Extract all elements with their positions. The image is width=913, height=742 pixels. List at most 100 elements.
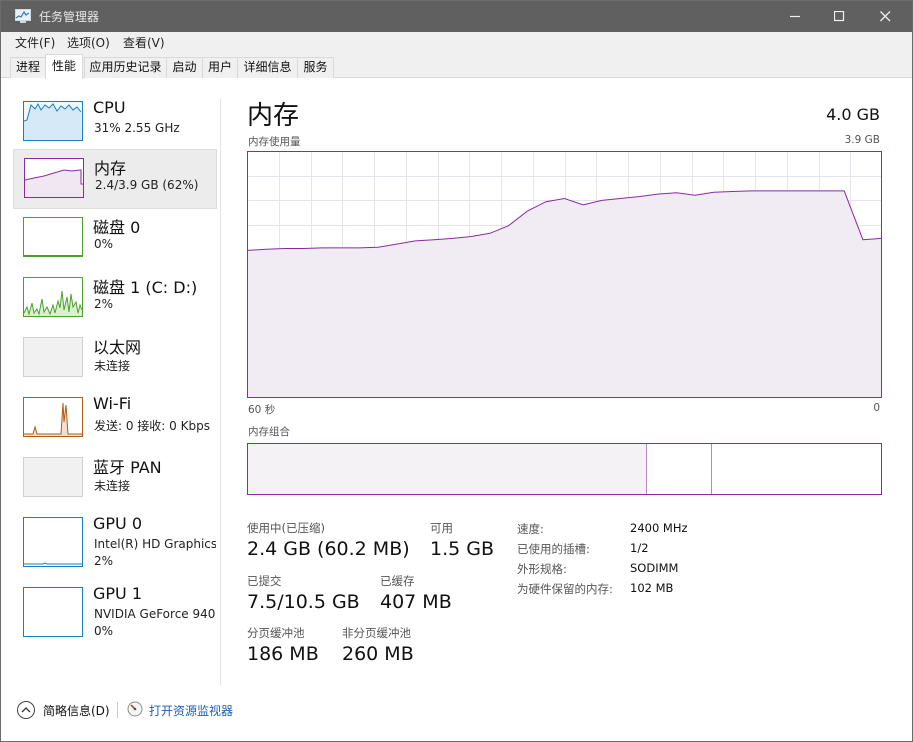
tab-users[interactable]: 用户 [202,57,238,78]
sidebar-item-title: 磁盘 0 [93,218,141,237]
paged-pool-value: 186 MB [247,643,319,665]
sidebar-item-subtitle: NVIDIA GeForce 940M [94,607,216,621]
sidebar-item-bluetooth-pan[interactable]: 蓝牙 PAN 未连接 [13,449,217,509]
available-value: 1.5 GB [430,538,495,560]
tab-startup[interactable]: 启动 [166,57,203,78]
menu-options[interactable]: 选项(O) [67,34,110,51]
sidebar-item-usage: 2% [94,554,114,568]
title-bar[interactable]: 任务管理器 [1,1,912,32]
sidebar-item-subtitle: 0% [94,237,114,251]
gpu-1-thumbnail [23,587,83,637]
in-use-label: 使用中(已压缩) [247,521,325,535]
minimize-icon [790,15,800,18]
sidebar-item-title: 内存 [94,159,127,178]
sidebar-item-subtitle: 31% 2.55 GHz [94,121,180,135]
graph-label: 内存使用量 [248,136,301,148]
axis-right-label: 0 [873,402,880,414]
graph-max-label: 3.9 GB [844,134,880,146]
spec-speed-label: 速度: [517,522,544,536]
committed-label: 已提交 [247,574,282,588]
bluetooth-thumbnail [23,457,83,497]
sidebar-item-subtitle: 2.4/3.9 GB (62%) [95,178,199,192]
menu-view[interactable]: 查看(V) [123,34,165,51]
spec-form-factor-label: 外形规格: [517,562,567,576]
tab-app-history[interactable]: 应用历史记录 [84,57,167,78]
sidebar-item-wifi[interactable]: Wi-Fi 发送: 0 接收: 0 Kbps [13,389,217,449]
chevron-up-icon [21,707,31,713]
resource-monitor-icon[interactable] [127,701,143,717]
menu-bar: 文件(F) 选项(O) 查看(V) [1,32,912,52]
disk-1-thumbnail [23,277,83,317]
cached-value: 407 MB [380,591,452,613]
spec-slots-value: 1/2 [630,541,649,555]
sidebar-item-disk-0[interactable]: 磁盘 0 0% [13,209,217,269]
page-title: 内存 [247,101,300,131]
sidebar-item-subtitle: 发送: 0 接收: 0 Kbps [94,419,210,433]
menu-file[interactable]: 文件(F) [15,34,55,51]
spec-slots-label: 已使用的插槽: [517,542,590,556]
available-label: 可用 [430,521,453,535]
disk-0-thumbnail [23,217,83,257]
maximize-icon [834,11,845,22]
task-manager-window: 任务管理器 文件(F) 选项(O) 查看(V) 进程 性能 应用历史记录 启动 … [0,0,913,742]
sidebar-item-title: 蓝牙 PAN [93,458,162,477]
in-use-value: 2.4 GB (60.2 MB) [247,538,410,560]
ethernet-thumbnail [23,337,83,377]
sidebar-divider [220,99,221,685]
paged-pool-label: 分页缓冲池 [247,626,305,640]
sidebar-item-subtitle: 2% [94,297,114,311]
composition-label: 内存组合 [248,426,290,438]
sidebar-item-cpu[interactable]: CPU 31% 2.55 GHz [13,93,217,153]
tab-services[interactable]: 服务 [297,57,334,78]
spec-reserved-label: 为硬件保留的内存: [517,582,613,596]
cpu-thumbnail [23,101,83,141]
total-memory: 4.0 GB [826,105,880,124]
sidebar-item-usage: 0% [94,624,114,638]
gpu-0-thumbnail [23,517,83,567]
tab-details[interactable]: 详细信息 [237,57,298,78]
sidebar-item-disk-1[interactable]: 磁盘 1 (C: D:) 2% [13,269,217,329]
window-title: 任务管理器 [39,10,100,24]
sidebar-item-title: 磁盘 1 (C: D:) [93,278,198,297]
maximize-button[interactable] [817,1,863,32]
nonpaged-pool-label: 非分页缓冲池 [342,626,411,640]
tab-processes[interactable]: 进程 [10,57,46,78]
committed-value: 7.5/10.5 GB [247,591,360,613]
fewer-details-button[interactable] [17,701,35,719]
memory-composition-bar[interactable] [247,443,882,495]
sidebar-item-title: GPU 0 [93,514,143,533]
sidebar-item-memory[interactable]: 内存 2.4/3.9 GB (62%) [13,149,217,209]
minimize-button[interactable] [773,1,819,32]
sidebar-item-subtitle: 未连接 [94,359,131,373]
axis-left-label: 60 秒 [248,404,276,416]
sidebar-item-title: 以太网 [93,338,142,357]
tab-strip: 进程 性能 应用历史记录 启动 用户 详细信息 服务 [1,52,912,79]
sidebar-item-subtitle: Intel(R) HD Graphics 6 [94,537,216,551]
sidebar-item-gpu-1[interactable]: GPU 1 NVIDIA GeForce 940M 0% [13,579,217,639]
spec-reserved-value: 102 MB [630,581,674,595]
performance-sidebar: CPU 31% 2.55 GHz 内存 2.4/3.9 GB (62%) 磁盘 … [1,79,221,691]
tab-performance[interactable]: 性能 [45,54,83,79]
sidebar-item-title: Wi-Fi [93,394,132,413]
open-resource-monitor-link[interactable]: 打开资源监视器 [149,702,233,719]
sidebar-item-ethernet[interactable]: 以太网 未连接 [13,329,217,389]
close-button[interactable] [863,1,909,32]
footer: 简略信息(D) 打开资源监视器 [1,691,912,741]
memory-usage-graph [247,151,882,398]
memory-thumbnail [24,158,84,198]
task-manager-icon [15,9,31,23]
close-icon [880,11,891,22]
composition-in-use [248,444,647,494]
nonpaged-pool-value: 260 MB [342,643,414,665]
spec-speed-value: 2400 MHz [630,521,688,535]
sidebar-item-title: CPU [93,98,126,117]
sidebar-item-gpu-0[interactable]: GPU 0 Intel(R) HD Graphics 6 2% [13,509,217,569]
fewer-details-link[interactable]: 简略信息(D) [43,702,110,719]
sidebar-item-title: GPU 1 [93,584,143,603]
sidebar-item-subtitle: 未连接 [94,479,131,493]
composition-modified [647,444,712,494]
cached-label: 已缓存 [380,574,415,588]
spec-form-factor-value: SODIMM [630,561,679,575]
wifi-thumbnail [23,397,83,437]
footer-separator [117,702,118,718]
